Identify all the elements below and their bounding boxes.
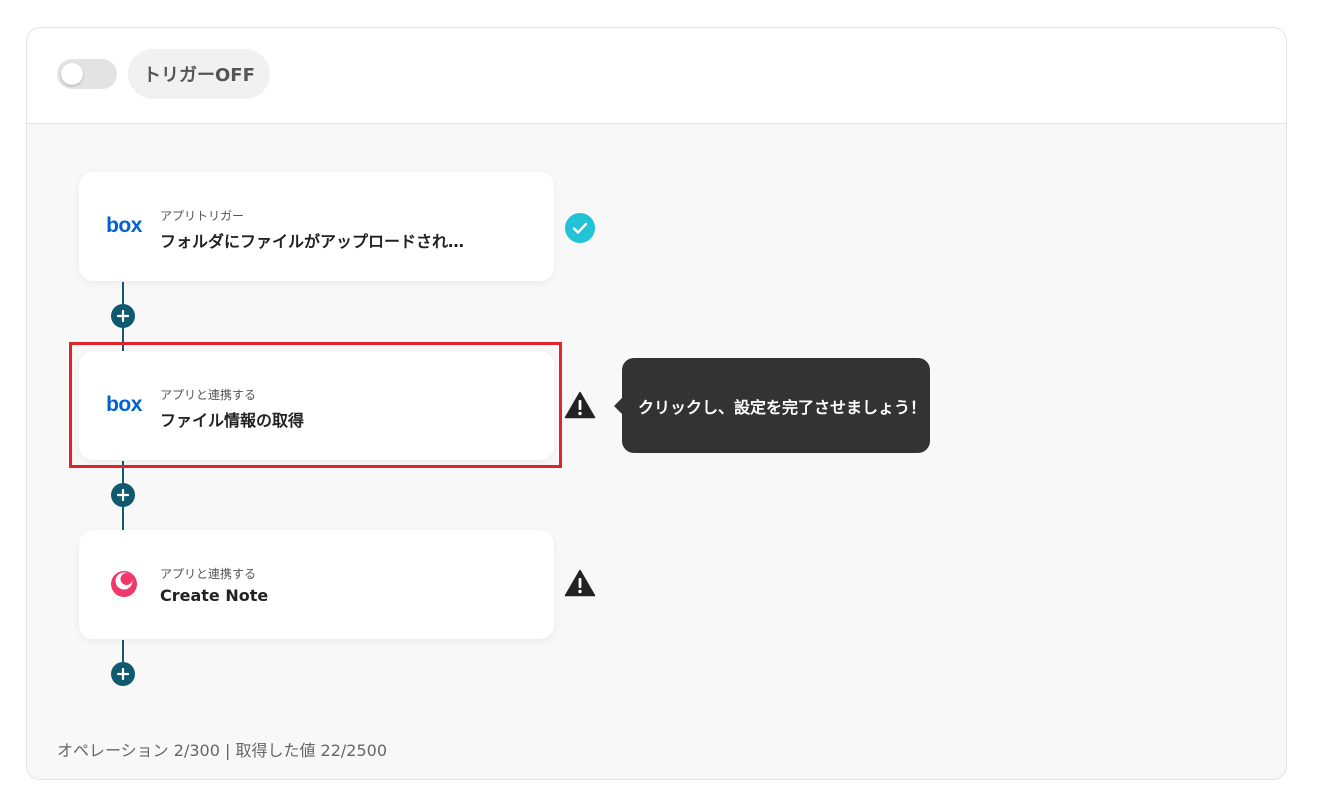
check-complete-icon <box>564 212 596 244</box>
add-step-button[interactable] <box>111 483 135 507</box>
step-title: フォルダにファイルがアップロードされ… <box>160 232 465 251</box>
usage-footer: オペレーション 2/300 | 取得した値 22/2500 <box>57 741 387 760</box>
setup-tooltip: クリックし、設定を完了させましょう！ <box>614 358 930 453</box>
flow-canvas: box アプリトリガー フォルダにファイルがアップロードされ… box アプリと… <box>27 28 1286 779</box>
step-card-trigger[interactable]: box アプリトリガー フォルダにファイルがアップロードされ… <box>79 172 554 281</box>
highlight-frame <box>69 342 562 468</box>
warning-icon <box>564 389 596 421</box>
step-type-label: アプリと連携する <box>160 567 257 581</box>
tooltip-text: クリックし、設定を完了させましょう！ <box>638 397 927 417</box>
plus-icon <box>117 489 129 501</box>
step-type-label: アプリトリガー <box>160 209 245 223</box>
note-app-logo-icon <box>104 564 144 604</box>
box-logo-text: box <box>106 214 142 237</box>
flow-panel: トリガーOFF box アプリトリガー フォルダにファイルがアップロードされ… <box>26 27 1287 780</box>
step-title: Create Note <box>160 586 269 605</box>
box-logo-icon: box <box>104 206 144 246</box>
plus-icon <box>117 310 129 322</box>
warning-icon <box>564 567 596 599</box>
plus-icon <box>117 668 129 680</box>
add-step-button[interactable] <box>111 662 135 686</box>
add-step-button[interactable] <box>111 304 135 328</box>
step-card-create-note[interactable]: アプリと連携する Create Note <box>79 530 554 639</box>
